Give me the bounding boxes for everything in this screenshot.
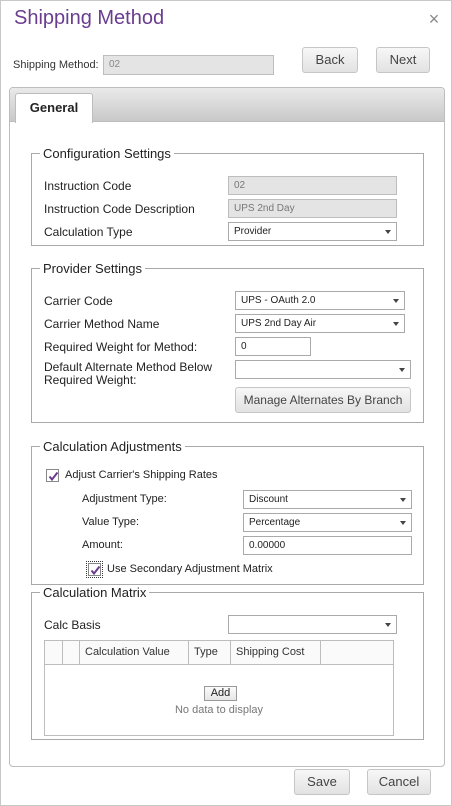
- tab-general[interactable]: General: [15, 93, 93, 123]
- carrier-method-label: Carrier Method Name: [44, 317, 160, 331]
- grid-header: Calculation Value Type Shipping Cost: [45, 641, 393, 665]
- required-weight-label: Required Weight for Method:: [44, 340, 198, 354]
- default-alt-select[interactable]: [235, 360, 411, 379]
- column-type[interactable]: Type: [189, 641, 231, 665]
- secondary-matrix-label: Use Secondary Adjustment Matrix: [107, 563, 273, 575]
- configuration-settings-section: Configuration Settings Instruction Code …: [31, 146, 424, 246]
- shipping-method-label: Shipping Method:: [13, 59, 99, 71]
- calc-basis-label: Calc Basis: [44, 618, 101, 632]
- save-button[interactable]: Save: [294, 769, 350, 795]
- adjustment-type-value: Discount: [249, 494, 288, 505]
- chevron-down-icon: [385, 230, 391, 234]
- amount-input[interactable]: 0.00000: [243, 536, 412, 555]
- value-type-value: Percentage: [249, 517, 301, 528]
- calculation-adjustments-legend: Calculation Adjustments: [43, 439, 182, 454]
- secondary-matrix-checkbox[interactable]: [86, 561, 103, 578]
- check-icon: [90, 565, 101, 576]
- calculation-matrix-section: Calculation Matrix Calc Basis Calculatio…: [31, 585, 424, 740]
- next-button[interactable]: Next: [376, 47, 430, 73]
- carrier-method-select[interactable]: UPS 2nd Day Air: [235, 314, 405, 333]
- calc-type-select[interactable]: Provider: [228, 222, 397, 241]
- value-type-select[interactable]: Percentage: [243, 513, 412, 532]
- calculation-matrix-legend: Calculation Matrix: [43, 585, 147, 600]
- manage-alternates-button[interactable]: Manage Alternates By Branch: [235, 387, 411, 413]
- default-alt-label-line-2: Required Weight:: [44, 373, 137, 387]
- adjustment-type-select[interactable]: Discount: [243, 490, 412, 509]
- chevron-down-icon: [393, 322, 399, 326]
- instruction-code-field: 02: [228, 176, 397, 195]
- instruction-code-label: Instruction Code: [44, 179, 132, 193]
- calculation-matrix-grid: Calculation Value Type Shipping Cost Add…: [44, 640, 394, 736]
- calculation-adjustments-section: Calculation Adjustments Adjust Carrier's…: [31, 439, 424, 585]
- chevron-down-icon: [393, 299, 399, 303]
- tab-strip: General: [10, 88, 444, 123]
- chevron-down-icon: [400, 498, 406, 502]
- instruction-desc-label: Instruction Code Description: [44, 202, 195, 216]
- shipping-method-field: 02: [103, 55, 274, 75]
- grid-expand-column: [45, 641, 63, 665]
- chevron-down-icon: [400, 521, 406, 525]
- check-icon: [48, 471, 59, 482]
- back-button[interactable]: Back: [302, 47, 358, 73]
- calc-type-label: Calculation Type: [44, 225, 133, 239]
- configuration-settings-legend: Configuration Settings: [43, 146, 171, 161]
- grid-select-column: [63, 641, 80, 665]
- calc-basis-select[interactable]: [228, 615, 397, 634]
- carrier-code-label: Carrier Code: [44, 294, 113, 308]
- shipping-method-dialog: Shipping Method × Shipping Method: 02 Ba…: [0, 0, 452, 806]
- required-weight-input[interactable]: 0: [235, 337, 311, 356]
- adjust-rates-checkbox[interactable]: [46, 469, 59, 482]
- column-shipping-cost[interactable]: Shipping Cost: [231, 641, 321, 665]
- tabs-panel: General Configuration Settings Instructi…: [9, 87, 445, 767]
- column-calculation-value[interactable]: Calculation Value: [80, 641, 189, 665]
- provider-settings-section: Provider Settings Carrier Code UPS - OAu…: [31, 261, 424, 423]
- default-alt-label: Default Alternate Method Below Required …: [44, 361, 212, 387]
- empty-message: No data to display: [174, 704, 264, 716]
- dialog-title: Shipping Method: [14, 7, 165, 29]
- chevron-down-icon: [399, 368, 405, 372]
- adjust-rates-label: Adjust Carrier's Shipping Rates: [65, 469, 218, 481]
- carrier-code-select[interactable]: UPS - OAuth 2.0: [235, 291, 405, 310]
- carrier-code-value: UPS - OAuth 2.0: [241, 295, 316, 306]
- chevron-down-icon: [385, 623, 391, 627]
- carrier-method-value: UPS 2nd Day Air: [241, 318, 317, 329]
- close-icon[interactable]: ×: [426, 10, 442, 28]
- value-type-label: Value Type:: [82, 516, 140, 528]
- adjustment-type-label: Adjustment Type:: [82, 493, 167, 505]
- instruction-desc-field: UPS 2nd Day: [228, 199, 397, 218]
- amount-label: Amount:: [82, 539, 123, 551]
- calc-type-value: Provider: [234, 226, 272, 237]
- provider-settings-legend: Provider Settings: [43, 261, 142, 276]
- cancel-button[interactable]: Cancel: [367, 769, 431, 795]
- add-button[interactable]: Add: [204, 686, 237, 701]
